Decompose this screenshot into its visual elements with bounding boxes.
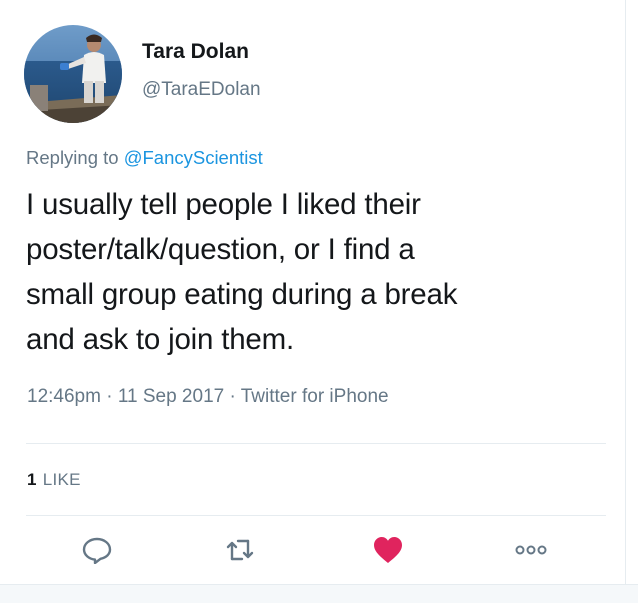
retweet-button[interactable] xyxy=(223,535,257,565)
tweet-metadata: 12:46pm · 11 Sep 2017 · Twitter for iPho… xyxy=(27,386,389,408)
tweet-time[interactable]: 12:46pm xyxy=(27,386,101,407)
meta-separator: · xyxy=(229,386,236,407)
bottom-strip xyxy=(0,584,638,603)
like-button[interactable] xyxy=(371,535,405,565)
reply-button[interactable] xyxy=(80,535,114,565)
retweet-arrows-icon xyxy=(226,539,254,561)
tweet-card: Tara Dolan @TaraEDolan Replying to @Fanc… xyxy=(0,0,626,602)
tweet-text-line: and ask to join them. xyxy=(26,323,295,356)
avatar[interactable] xyxy=(24,25,122,123)
divider xyxy=(26,515,606,516)
mention-link[interactable]: @FancyScientist xyxy=(124,147,263,168)
likes-count: 1 xyxy=(27,470,37,489)
display-name[interactable]: Tara Dolan xyxy=(142,40,249,64)
tweet-text-line: I usually tell people I liked their xyxy=(26,188,421,221)
tweet-text: I usually tell people I liked their post… xyxy=(26,182,611,362)
replying-to-label: Replying to xyxy=(26,147,119,168)
more-button[interactable] xyxy=(514,535,548,565)
more-dots-icon xyxy=(515,545,547,555)
user-handle[interactable]: @TaraEDolan xyxy=(142,79,261,101)
tweet-date[interactable]: 11 Sep 2017 xyxy=(118,386,224,407)
meta-separator: · xyxy=(106,386,113,407)
tweet-source[interactable]: Twitter for iPhone xyxy=(241,386,389,407)
divider xyxy=(26,443,606,444)
likes-label: LIKE xyxy=(42,470,81,489)
likes-stat[interactable]: 1 LIKE xyxy=(27,470,81,490)
avatar-photo xyxy=(24,25,122,123)
replying-to: Replying to @FancyScientist xyxy=(26,147,263,169)
speech-bubble-icon xyxy=(82,537,112,564)
heart-icon xyxy=(374,537,402,563)
tweet-text-line: poster/talk/question, or I find a xyxy=(26,233,415,266)
tweet-text-line: small group eating during a break xyxy=(26,278,458,311)
